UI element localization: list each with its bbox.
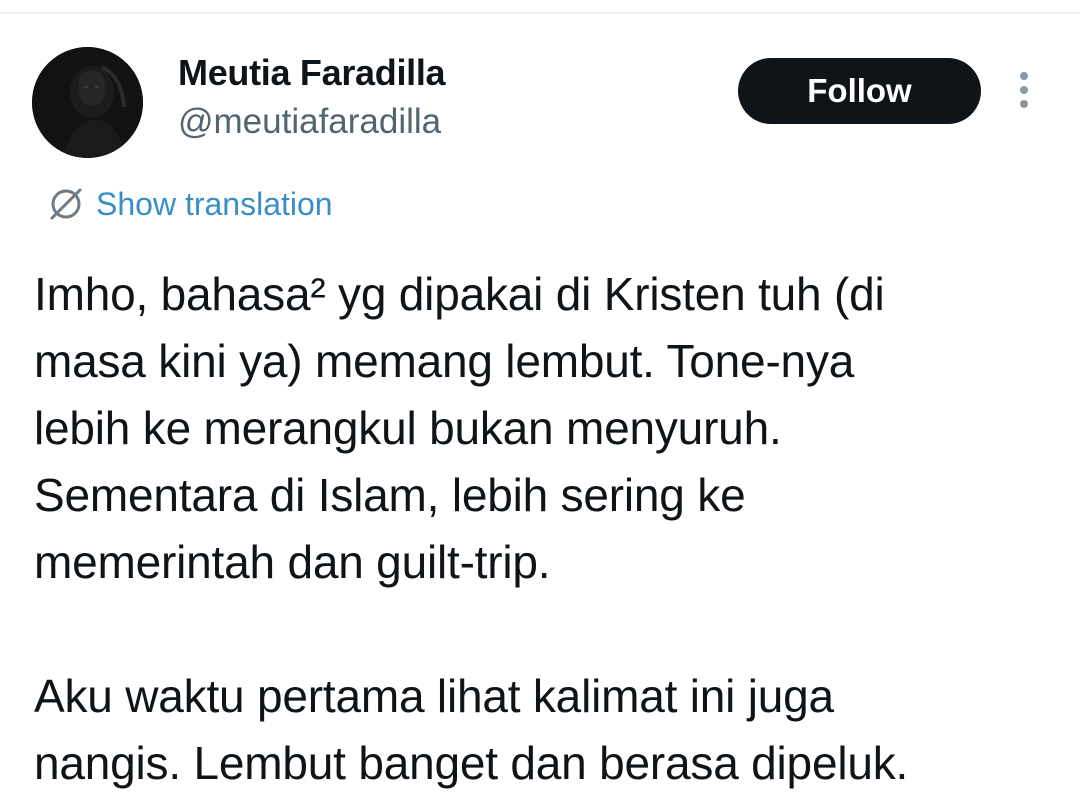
tweet-line: Aku waktu pertama lihat kalimat ini juga (34, 670, 834, 722)
tweet-line: Imho, bahasa² yg dipakai di Kristen tuh … (34, 268, 885, 320)
top-divider (0, 12, 1080, 14)
tweet-line: nangis. Lembut banget dan berasa dipeluk… (34, 737, 909, 789)
show-translation-link[interactable]: Show translation (46, 182, 333, 226)
more-vertical-icon (1018, 70, 1030, 115)
tweet-line: lebih ke merangkul bukan menyuruh. (34, 402, 782, 454)
display-name[interactable]: Meutia Faradilla (178, 52, 446, 94)
tweet-text: Imho, bahasa² yg dipakai di Kristen tuh … (34, 261, 1064, 797)
tweet-paragraph: Imho, bahasa² yg dipakai di Kristen tuh … (34, 261, 1064, 596)
follow-button[interactable]: Follow (738, 58, 981, 124)
tweet-line: Sementara di Islam, lebih sering ke (34, 469, 746, 521)
user-handle[interactable]: @meutiafaradilla (178, 102, 441, 142)
avatar[interactable] (32, 47, 143, 158)
tweet-line: memerintah dan guilt-trip. (34, 536, 551, 588)
more-options-button[interactable] (1004, 68, 1044, 116)
globe-slash-icon (46, 184, 86, 224)
tweet-paragraph: Aku waktu pertama lihat kalimat ini juga… (34, 663, 1064, 797)
tweet-line: masa kini ya) memang lembut. Tone-nya (34, 335, 855, 387)
show-translation-label: Show translation (96, 185, 333, 222)
